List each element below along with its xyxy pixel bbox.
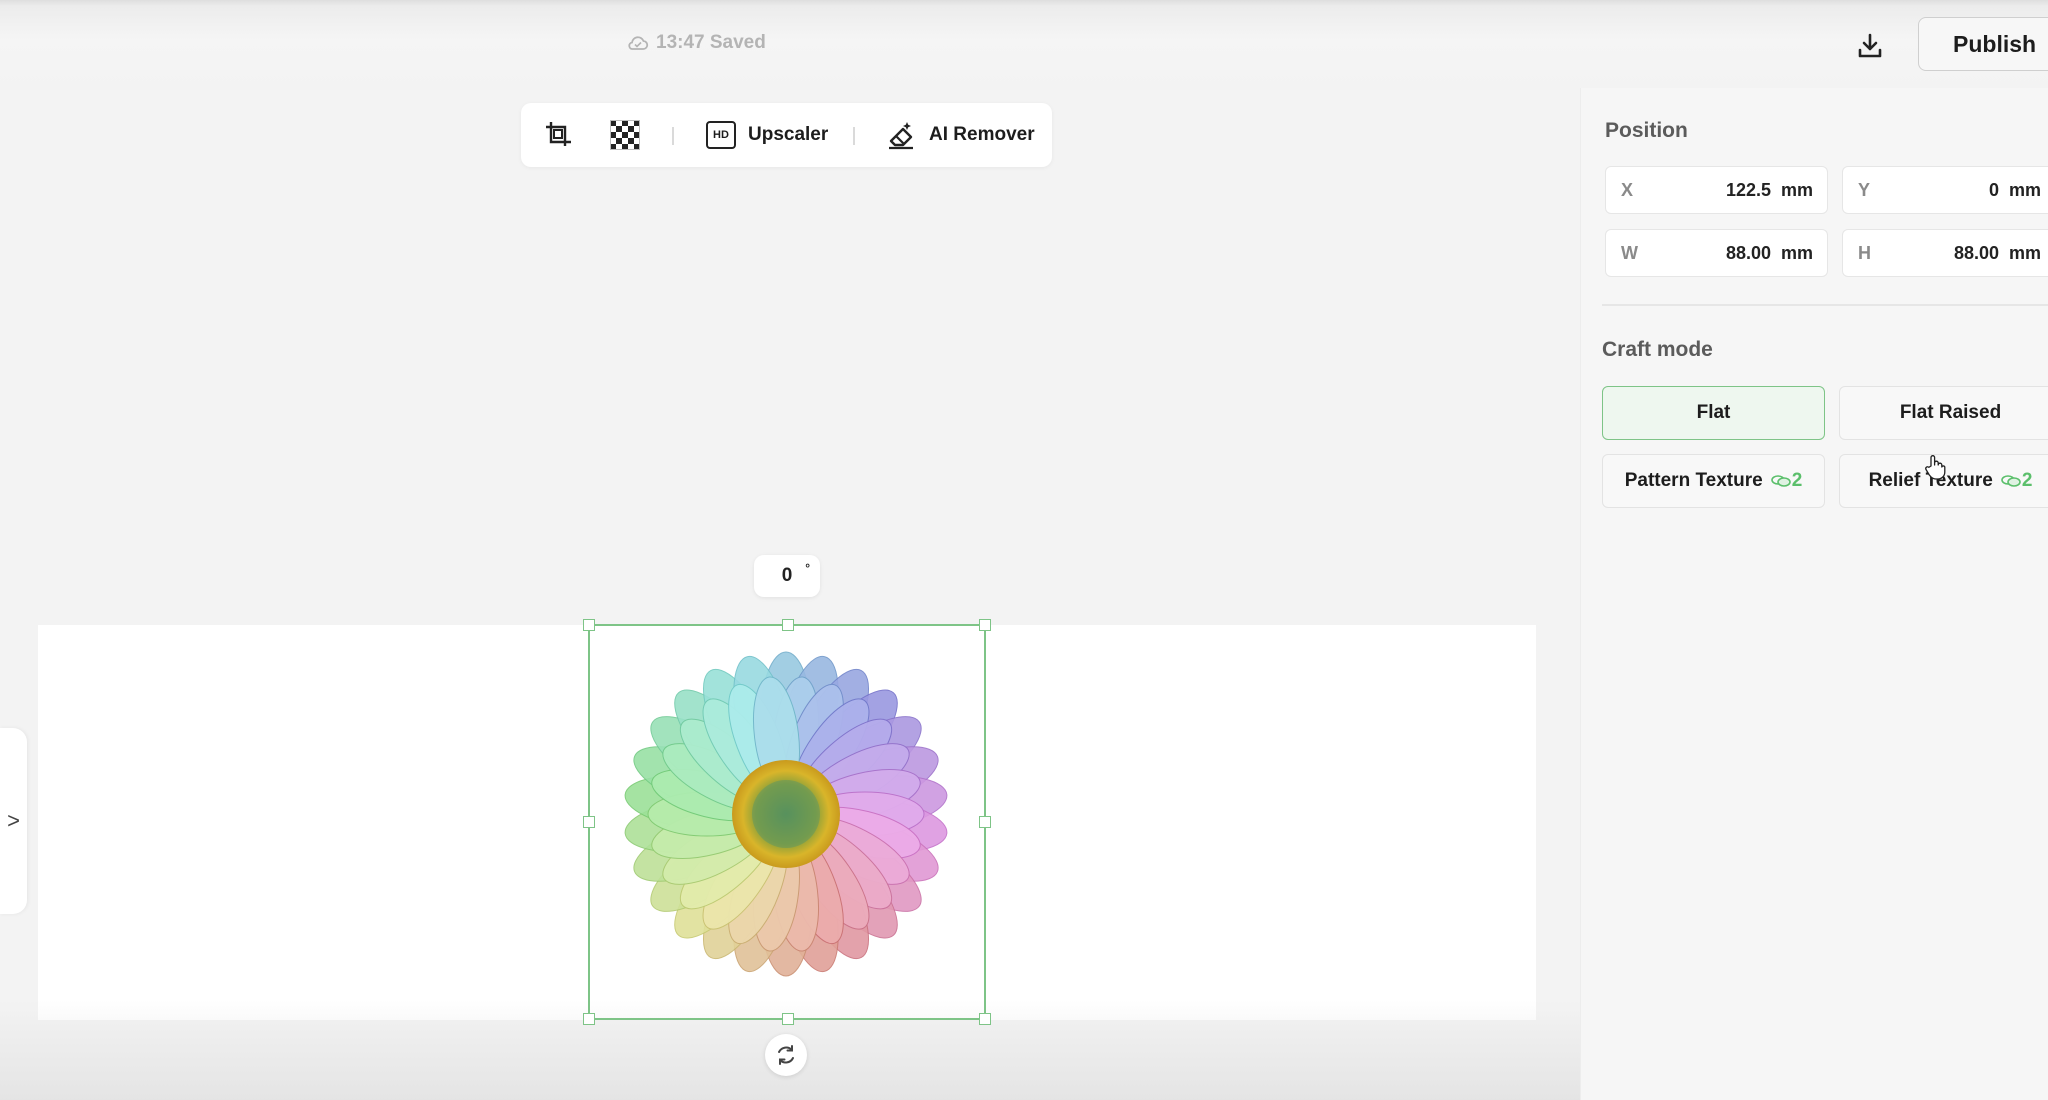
y-value: 0 bbox=[1988, 179, 1999, 200]
publish-button[interactable]: Publish bbox=[1918, 17, 2048, 71]
y-position-field[interactable]: Y 0 mm bbox=[1842, 166, 2048, 214]
download-button[interactable] bbox=[1848, 24, 1892, 68]
eraser-icon bbox=[889, 122, 913, 150]
degree-symbol: ° bbox=[805, 561, 810, 575]
resize-handle-top-left[interactable] bbox=[583, 619, 595, 631]
transparency-icon bbox=[610, 120, 640, 150]
rotation-angle-value: 0 bbox=[781, 565, 793, 586]
save-status: 13:47 Saved bbox=[626, 32, 766, 54]
y-label: Y bbox=[1858, 179, 1871, 200]
ai-remover-label: AI Remover bbox=[929, 124, 1035, 145]
resize-handle-top[interactable] bbox=[782, 619, 794, 631]
resize-handle-bottom[interactable] bbox=[782, 1013, 794, 1025]
crop-button[interactable] bbox=[541, 117, 577, 153]
x-position-field[interactable]: X 122.5 mm bbox=[1605, 166, 1828, 214]
toolbar-divider bbox=[853, 127, 855, 145]
top-bar: 13:47 Saved Publish bbox=[0, 0, 2048, 88]
resize-handle-top-right[interactable] bbox=[979, 619, 991, 631]
upscaler-label: Upscaler bbox=[748, 124, 829, 145]
resize-handle-bottom-right[interactable] bbox=[979, 1013, 991, 1025]
coin-icon bbox=[2001, 475, 2021, 487]
selected-image-frame[interactable] bbox=[583, 619, 991, 1025]
x-unit: mm bbox=[1780, 179, 1813, 200]
x-label: X bbox=[1621, 179, 1634, 200]
resize-handle-left[interactable] bbox=[583, 816, 595, 828]
w-value: 88.00 bbox=[1725, 242, 1771, 263]
width-field[interactable]: W 88.00 mm bbox=[1605, 229, 1828, 277]
save-status-text: 13:47 Saved bbox=[656, 32, 766, 53]
toolbar-divider bbox=[672, 127, 674, 145]
position-section-title: Position bbox=[1605, 119, 1688, 142]
upscaler-button[interactable]: HD Upscaler bbox=[706, 115, 828, 155]
credit-cost-value: 2 bbox=[2021, 470, 2033, 491]
h-unit: mm bbox=[2008, 242, 2041, 263]
h-value: 88.00 bbox=[1953, 242, 1999, 263]
craft-mode-label: Pattern Texture bbox=[1624, 470, 1763, 491]
image-toolbar: HD Upscaler AI Remover bbox=[521, 103, 1052, 167]
resize-handle-bottom-left[interactable] bbox=[583, 1013, 595, 1025]
credit-cost: 2 bbox=[1770, 470, 1803, 492]
ai-remover-button[interactable]: AI Remover bbox=[885, 115, 1035, 155]
hd-icon: HD bbox=[706, 121, 736, 149]
w-label: W bbox=[1621, 242, 1638, 263]
download-icon bbox=[1858, 33, 1882, 58]
rotate-icon bbox=[778, 1045, 794, 1065]
craft-mode-section-title: Craft mode bbox=[1602, 338, 1713, 361]
hand-cursor-icon bbox=[1925, 455, 1946, 480]
rotation-angle-badge: 0 ° bbox=[754, 555, 820, 597]
credit-cost: 2 bbox=[2001, 470, 2033, 492]
x-value: 122.5 bbox=[1725, 179, 1771, 200]
expand-left-panel-button[interactable]: > bbox=[0, 728, 27, 914]
y-unit: mm bbox=[2008, 179, 2041, 200]
crop-icon bbox=[546, 122, 571, 146]
credit-cost-value: 2 bbox=[1791, 470, 1803, 491]
remove-background-button[interactable] bbox=[607, 117, 643, 153]
craft-mode-pattern-texture-button[interactable]: Pattern Texture 2 bbox=[1602, 454, 1825, 508]
coin-icon bbox=[1770, 475, 1791, 487]
resize-handle-right[interactable] bbox=[979, 816, 991, 828]
cloud-icon bbox=[628, 36, 649, 50]
flower-image bbox=[624, 651, 948, 977]
craft-mode-label: Flat Raised bbox=[1899, 402, 2002, 423]
craft-mode-flat-raised-button[interactable]: Flat Raised bbox=[1839, 386, 2048, 440]
chevron-right-icon: > bbox=[7, 808, 20, 833]
craft-mode-flat-button[interactable]: Flat bbox=[1602, 386, 1825, 440]
craft-mode-label: Flat bbox=[1696, 402, 1731, 423]
h-label: H bbox=[1858, 242, 1871, 263]
rotate-button[interactable] bbox=[765, 1034, 807, 1076]
panel-divider bbox=[1602, 304, 2048, 306]
w-unit: mm bbox=[1780, 242, 1813, 263]
height-field[interactable]: H 88.00 mm bbox=[1842, 229, 2048, 277]
